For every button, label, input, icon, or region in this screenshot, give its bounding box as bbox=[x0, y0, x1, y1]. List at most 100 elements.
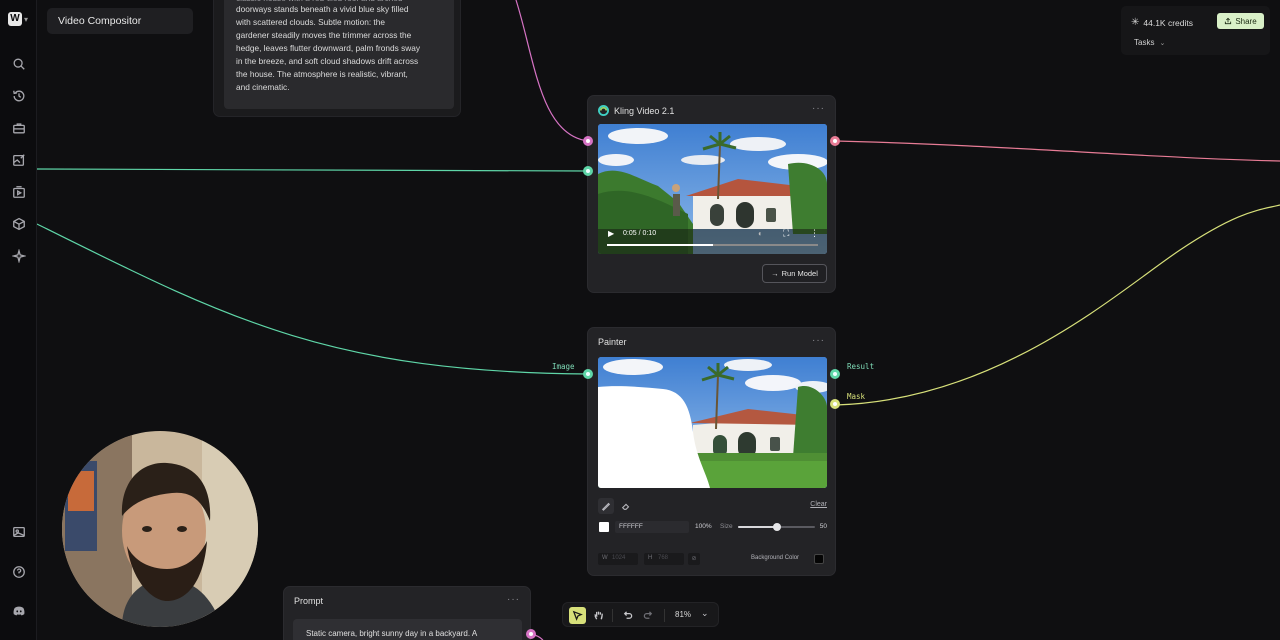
chevron-down-icon: ⌄ bbox=[1159, 39, 1166, 47]
node-title: Painter bbox=[598, 337, 627, 347]
prompt-output-handle[interactable] bbox=[526, 629, 536, 639]
size-slider-fill bbox=[738, 526, 777, 528]
more-options-icon[interactable]: ··· bbox=[507, 594, 520, 605]
text-prompt-content[interactable]: classic house with a red-tiled roof and … bbox=[224, 0, 454, 109]
prompt-node[interactable]: Prompt ··· Static camera, bright sunny d… bbox=[283, 586, 531, 640]
history-icon[interactable] bbox=[11, 88, 26, 103]
volume-icon[interactable]: ◐ bbox=[758, 229, 763, 238]
tasks-dropdown[interactable]: Tasks ⌄ bbox=[1134, 38, 1165, 47]
redo-button[interactable] bbox=[640, 607, 657, 624]
brush-opacity[interactable]: 100% bbox=[695, 523, 712, 530]
gallery-icon[interactable] bbox=[11, 524, 26, 539]
text-prompt-line: with scattered clouds. Subtle motion: th… bbox=[236, 17, 385, 27]
more-options-icon[interactable]: ··· bbox=[812, 335, 825, 346]
kling-prompt-input-handle[interactable] bbox=[583, 136, 593, 146]
video-controls: ▶ 0:05 / 0:10 ◐ ⛶ ⋮ bbox=[598, 224, 827, 254]
undo-button[interactable] bbox=[619, 607, 636, 624]
discord-icon[interactable] bbox=[11, 603, 26, 618]
eraser-icon bbox=[621, 503, 630, 510]
painter-node[interactable]: Painter ··· Clear FFFFFF 100% Size 50 W … bbox=[587, 327, 836, 576]
brush-color-swatch[interactable] bbox=[599, 522, 609, 532]
painter-image-input-handle[interactable] bbox=[583, 369, 593, 379]
redo-icon bbox=[643, 611, 653, 619]
size-slider-handle[interactable] bbox=[772, 523, 781, 531]
workspace-menu[interactable]: W ▾ bbox=[8, 10, 30, 28]
node-title: Kling Video 2.1 bbox=[614, 105, 675, 116]
wire-kling-output[interactable] bbox=[835, 140, 1280, 162]
background-color-swatch[interactable] bbox=[814, 554, 824, 564]
background-color-label: Background Color bbox=[751, 555, 800, 561]
select-tool-button[interactable] bbox=[569, 607, 586, 624]
painter-canvas[interactable] bbox=[598, 357, 827, 488]
run-model-button[interactable]: → Run Model bbox=[762, 264, 827, 283]
account-panel: ✳ 44.1K credits Share Tasks ⌄ bbox=[1121, 6, 1270, 55]
wire-mask-output[interactable] bbox=[835, 204, 1280, 406]
brush-color-hex: FFFFFF bbox=[619, 523, 643, 530]
undo-icon bbox=[623, 611, 633, 619]
text-prompt-line: doorways stands beneath a vivid blue sky… bbox=[236, 4, 409, 14]
wire-image-to-painter[interactable] bbox=[36, 223, 589, 375]
clear-button[interactable]: Clear bbox=[810, 501, 827, 508]
painter-result-output-handle[interactable] bbox=[830, 369, 840, 379]
more-options-icon[interactable]: ··· bbox=[812, 103, 825, 114]
size-value: 50 bbox=[819, 523, 827, 530]
text-prompt-node[interactable]: classic house with a red-tiled roof and … bbox=[213, 0, 461, 117]
credits-icon: ✳ bbox=[1131, 17, 1140, 28]
width-placeholder: 1024 bbox=[612, 555, 626, 561]
kling-video-node[interactable]: Kling Video 2.1 ··· ▶ 0:05 / 0:10 ◐ ⛶ ⋮ … bbox=[587, 95, 836, 293]
text-prompt-line: and cinematic. bbox=[236, 82, 290, 92]
left-rail: W ▾ bbox=[0, 0, 37, 640]
painter-mask-port-label: Mask bbox=[847, 392, 866, 401]
sparkle-icon[interactable] bbox=[11, 248, 26, 263]
wire-image-to-kling[interactable] bbox=[36, 168, 589, 172]
tasks-label: Tasks bbox=[1134, 38, 1155, 47]
pan-tool-button[interactable] bbox=[590, 607, 607, 624]
kling-image-input-handle[interactable] bbox=[583, 166, 593, 176]
text-prompt-line: gardener steadily moves the trimmer acro… bbox=[236, 30, 412, 40]
canvas-toolbar: 81% ⌄ bbox=[562, 602, 719, 627]
brush-tool-button[interactable] bbox=[598, 498, 614, 514]
chevron-down-icon: ▾ bbox=[24, 14, 29, 24]
video-player[interactable]: ▶ 0:05 / 0:10 ◐ ⛶ ⋮ bbox=[598, 124, 827, 254]
node-header: Kling Video 2.1 bbox=[598, 105, 674, 116]
cursor-icon bbox=[572, 610, 583, 621]
link-dimensions-icon[interactable]: ⊘ bbox=[688, 553, 700, 565]
hand-icon bbox=[594, 611, 603, 620]
credits-display[interactable]: ✳ 44.1K credits bbox=[1131, 17, 1193, 28]
painter-mask-output-handle[interactable] bbox=[830, 399, 840, 409]
prompt-text-field[interactable]: Static camera, bright sunny day in a bac… bbox=[293, 619, 522, 640]
chevron-down-icon[interactable]: ⌄ bbox=[701, 608, 709, 619]
share-icon bbox=[1225, 17, 1232, 25]
fullscreen-icon[interactable]: ⛶ bbox=[783, 228, 789, 239]
search-icon[interactable] bbox=[11, 56, 26, 71]
eraser-tool-button[interactable] bbox=[618, 498, 634, 514]
presenter-video bbox=[62, 431, 258, 627]
video-menu-icon[interactable]: ⋮ bbox=[810, 228, 819, 239]
zoom-level[interactable]: 81% bbox=[675, 610, 691, 619]
arrow-right-icon: → bbox=[771, 269, 779, 278]
briefcase-icon[interactable] bbox=[11, 120, 26, 135]
size-slider[interactable] bbox=[738, 523, 815, 531]
video-progress-track[interactable] bbox=[607, 244, 818, 246]
play-icon[interactable]: ▶ bbox=[608, 229, 614, 238]
webcam-overlay bbox=[62, 431, 258, 627]
cube-icon[interactable] bbox=[11, 216, 26, 231]
brush-settings: FFFFFF 100% Size 50 bbox=[598, 521, 827, 533]
kling-video-output-handle[interactable] bbox=[830, 136, 840, 146]
brush-icon bbox=[601, 502, 611, 511]
node-header: Painter bbox=[598, 337, 627, 347]
wire-prompt-to-kling[interactable] bbox=[515, 0, 589, 142]
share-label: Share bbox=[1235, 16, 1257, 26]
credits-label: 44.1K credits bbox=[1143, 17, 1194, 28]
edit-image-icon[interactable] bbox=[11, 152, 26, 167]
app-logo: W bbox=[8, 12, 22, 26]
video-icon[interactable] bbox=[11, 184, 26, 199]
width-label: W bbox=[602, 555, 608, 561]
prompt-text: Static camera, bright sunny day in a bac… bbox=[306, 629, 478, 638]
help-icon[interactable] bbox=[11, 564, 26, 579]
project-title[interactable]: Video Compositor bbox=[47, 8, 193, 34]
painter-tools: Clear bbox=[598, 498, 827, 514]
toolbar-divider bbox=[612, 609, 613, 622]
share-button[interactable]: Share bbox=[1217, 13, 1264, 29]
painter-image-port-label: Image bbox=[552, 362, 575, 371]
